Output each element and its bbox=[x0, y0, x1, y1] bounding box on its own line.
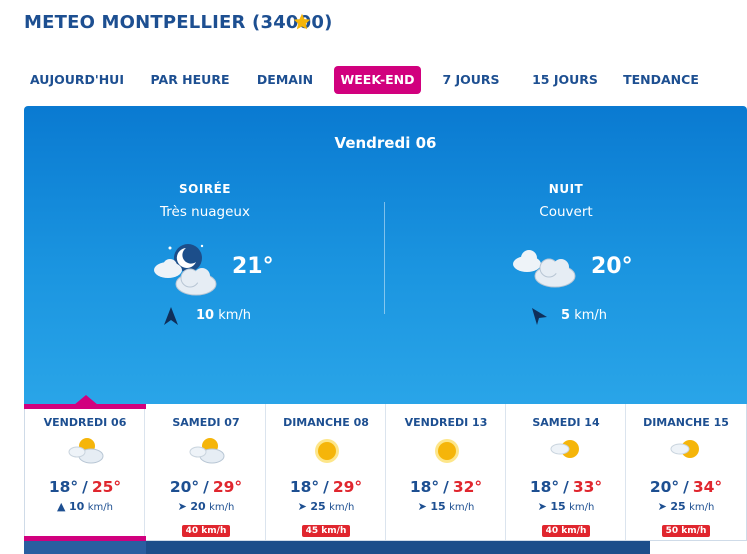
day-card-dimanche-15[interactable]: DIMANCHE 15 20°/34° ➤ 25 km/h 50 km/h bbox=[626, 404, 746, 540]
detail-panel: Vendredi 06 SOIRÉE Très nuageux 21° 10 k… bbox=[24, 106, 747, 406]
bottom-corner bbox=[650, 541, 747, 554]
tab-week-end[interactable]: WEEK-END bbox=[334, 66, 421, 94]
period-soiree: SOIRÉE Très nuageux 21° 10 km/h bbox=[24, 182, 386, 325]
active-day-bottom bbox=[24, 541, 146, 554]
sun-icon bbox=[435, 439, 459, 463]
active-day-bottom-indicator bbox=[24, 536, 146, 541]
tab-tendance[interactable]: TENDANCE bbox=[620, 66, 702, 94]
day-temps: 18°/33° bbox=[529, 478, 603, 496]
day-name: VENDREDI 13 bbox=[404, 416, 488, 429]
day-wind: ➤ 25 km/h bbox=[657, 500, 715, 513]
tab-7-jours[interactable]: 7 JOURS bbox=[436, 66, 506, 94]
sun-icon bbox=[315, 439, 339, 463]
period-nuit: NUIT Couvert 20° 5 km/h bbox=[385, 182, 747, 325]
day-card-samedi-14[interactable]: SAMEDI 14 18°/33° ➤ 15 km/h 40 km/h bbox=[506, 404, 626, 540]
page-title: METEO MONTPELLIER (34000) bbox=[24, 12, 333, 33]
day-name: SAMEDI 07 bbox=[172, 416, 240, 429]
day-card-dimanche-08[interactable]: DIMANCHE 08 18°/29° ➤ 25 km/h 45 km/h bbox=[266, 404, 386, 540]
gust-badge: 50 km/h bbox=[626, 518, 746, 537]
day-name: VENDREDI 06 bbox=[43, 416, 127, 429]
day-temps: 18°/29° bbox=[289, 478, 363, 496]
period-condition: Couvert bbox=[539, 204, 593, 220]
gust-badge: 45 km/h bbox=[266, 518, 386, 537]
day-name: DIMANCHE 15 bbox=[643, 416, 729, 429]
sun-haze-icon bbox=[550, 440, 579, 458]
day-wind: ➤ 15 km/h bbox=[537, 500, 595, 513]
tab-demain[interactable]: DEMAIN bbox=[250, 66, 320, 94]
sun-cloud-icon bbox=[189, 438, 225, 464]
period-wind: 10 km/h bbox=[196, 308, 252, 323]
period-label: NUIT bbox=[548, 182, 584, 196]
active-day-notch bbox=[74, 395, 98, 405]
day-temps: 20°/34° bbox=[649, 478, 723, 496]
day-temps: 18°/25° bbox=[48, 478, 122, 496]
day-wind: ➤ 20 km/h bbox=[177, 500, 235, 513]
wind-direction-icon bbox=[532, 308, 547, 325]
day-card-samedi-07[interactable]: SAMEDI 07 20°/29° ➤ 20 km/h 40 km/h bbox=[146, 404, 266, 540]
period-condition: Très nuageux bbox=[160, 204, 250, 220]
wind-direction-icon bbox=[164, 307, 178, 325]
sun-cloud-icon bbox=[68, 438, 104, 464]
day-temps: 20°/29° bbox=[169, 478, 243, 496]
gust-badge: 40 km/h bbox=[146, 518, 266, 537]
day-wind: ➤ 15 km/h bbox=[417, 500, 475, 513]
period-temperature: 20° bbox=[591, 254, 633, 279]
period-temperature: 21° bbox=[232, 254, 274, 279]
tab-par-heure[interactable]: PAR HEURE bbox=[144, 66, 236, 94]
overcast-icon bbox=[513, 250, 576, 288]
period-wind: 5 km/h bbox=[561, 308, 607, 323]
day-card-vendredi-06[interactable]: VENDREDI 06 18°/25° ▲ 10 km/h bbox=[25, 404, 145, 540]
favorite-star-icon[interactable] bbox=[292, 12, 312, 32]
gust-badge: 40 km/h bbox=[506, 518, 626, 537]
day-temps: 18°/32° bbox=[409, 478, 483, 496]
tab-15-jours[interactable]: 15 JOURS bbox=[524, 66, 606, 94]
day-wind: ▲ 10 km/h bbox=[56, 500, 114, 513]
period-label: SOIRÉE bbox=[179, 182, 231, 196]
sun-haze-icon bbox=[670, 440, 699, 458]
day-wind: ➤ 25 km/h bbox=[297, 500, 355, 513]
day-name: SAMEDI 14 bbox=[532, 416, 600, 429]
day-strip: VENDREDI 06 18°/25° ▲ 10 km/h SAMEDI 07 … bbox=[24, 404, 747, 541]
tab-aujourdhui[interactable]: AUJOURD'HUI bbox=[24, 66, 130, 94]
night-cloudy-icon bbox=[154, 244, 217, 296]
detail-day-title: Vendredi 06 bbox=[334, 134, 437, 152]
forecast-tabs: AUJOURD'HUI PAR HEURE DEMAIN WEEK-END 7 … bbox=[24, 66, 744, 96]
day-name: DIMANCHE 08 bbox=[283, 416, 369, 429]
day-card-vendredi-13[interactable]: VENDREDI 13 18°/32° ➤ 15 km/h bbox=[386, 404, 506, 540]
